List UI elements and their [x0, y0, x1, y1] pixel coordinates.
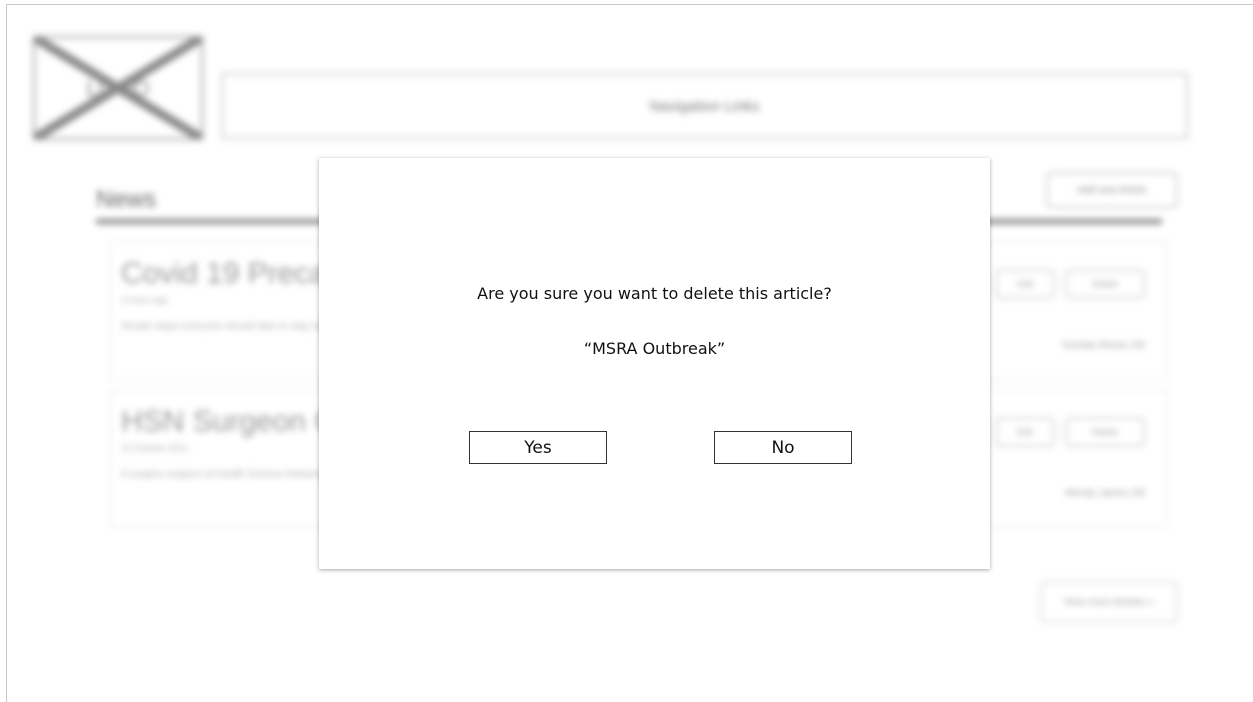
news-heading: News: [96, 186, 157, 213]
logo-label: LOGO: [86, 76, 150, 101]
yes-button[interactable]: Yes: [469, 431, 607, 464]
article-author: Wendy James 2/6: [1065, 488, 1145, 499]
navigation-label: Navigation Links: [649, 97, 760, 115]
view-more-articles-button[interactable]: View more Articles »: [1040, 581, 1178, 623]
article-author: Sunday Moses 2/6: [1062, 340, 1145, 351]
delete-confirmation-dialog: Are you sure you want to delete this art…: [319, 158, 990, 569]
edit-article-button[interactable]: Edit: [995, 417, 1055, 447]
article-date: 2 hours ago: [121, 295, 169, 305]
article-summary: Simple steps everyone should take to sta…: [121, 321, 331, 332]
no-button[interactable]: No: [714, 431, 852, 464]
add-article-button[interactable]: Add new Article: [1046, 172, 1178, 208]
delete-article-button[interactable]: Delete: [1065, 269, 1145, 299]
article-date: 12 October 2021: [121, 443, 189, 453]
logo-placeholder[interactable]: LOGO: [33, 36, 203, 140]
delete-article-button[interactable]: Delete: [1065, 417, 1145, 447]
dialog-question: Are you sure you want to delete this art…: [477, 284, 832, 303]
navigation-bar[interactable]: Navigation Links: [221, 73, 1188, 139]
article-summary: A surgery surgeon at Health Science Netw…: [121, 469, 323, 480]
edit-article-button[interactable]: Edit: [995, 269, 1055, 299]
dialog-article-title: “MSRA Outbreak”: [583, 339, 726, 358]
